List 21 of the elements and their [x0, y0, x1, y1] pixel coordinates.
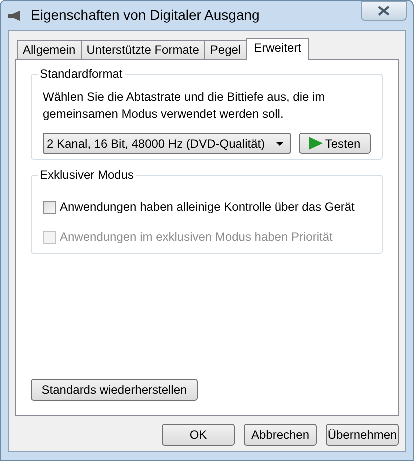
checkbox-label: Anwendungen im exklusiven Modus haben Priorität: [60, 229, 333, 246]
window-title: Eigenschaften von Digitaler Ausgang: [31, 6, 260, 25]
close-button[interactable]: [361, 1, 407, 21]
tab[interactable]: Pegel: [204, 40, 248, 59]
tab[interactable]: Unterstützte Formate: [80, 40, 206, 59]
tab[interactable]: Allgemein: [17, 40, 82, 59]
format-dropdown[interactable]: 2 Kanal, 16 Bit, 48000 Hz (DVD-Qualität): [43, 133, 292, 154]
test-button[interactable]: Testen: [299, 133, 371, 154]
description-text: Wählen Sie die Abtastrate und die Bittiefe aus, die im gemeinsamen Modus verwendet werden soll.: [43, 89, 326, 123]
group-title: Exklusiver Modus: [38, 168, 136, 182]
close-icon: [378, 6, 390, 16]
checkbox-label: Anwendungen haben alleinige Kontrolle über das Gerät: [60, 199, 355, 216]
group-title: Standardformat: [38, 67, 125, 81]
ok-button[interactable]: OK: [162, 424, 235, 446]
cancel-button[interactable]: Abbrechen: [244, 424, 317, 446]
apply-button[interactable]: Übernehmen: [326, 424, 399, 446]
tab[interactable]: Erweitert: [246, 38, 310, 60]
checkbox[interactable]: [43, 200, 56, 214]
dropdown-arrow-icon: [276, 142, 284, 146]
restore-defaults-button[interactable]: Standards wiederherstellen: [31, 379, 198, 401]
play-icon: [309, 137, 324, 150]
